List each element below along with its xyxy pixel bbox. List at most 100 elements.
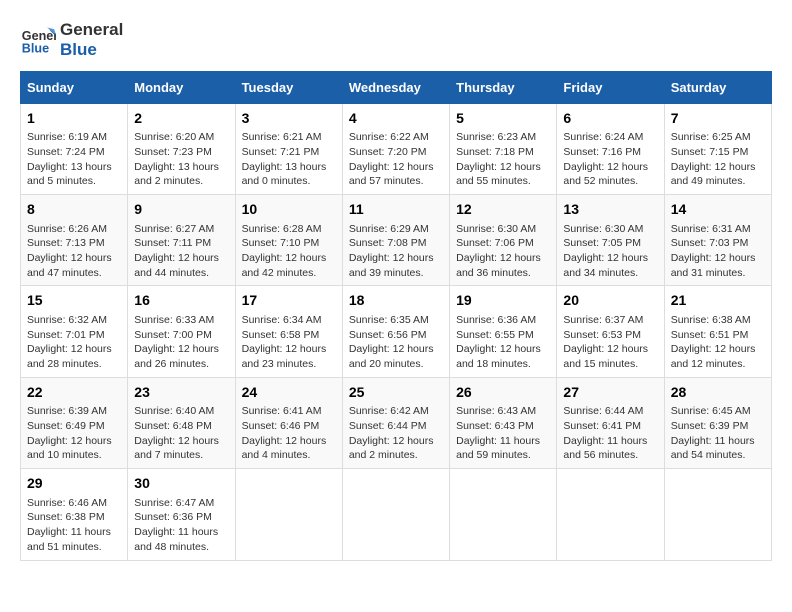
weekday-header-sunday: Sunday <box>21 71 128 103</box>
day-info: Sunrise: 6:35 AM Sunset: 6:56 PM Dayligh… <box>349 313 443 372</box>
day-info: Sunrise: 6:37 AM Sunset: 6:53 PM Dayligh… <box>563 313 657 372</box>
day-number: 8 <box>27 200 121 220</box>
logo-general: General <box>60 20 123 40</box>
day-info: Sunrise: 6:32 AM Sunset: 7:01 PM Dayligh… <box>27 313 121 372</box>
day-number: 11 <box>349 200 443 220</box>
day-number: 10 <box>242 200 336 220</box>
weekday-header-wednesday: Wednesday <box>342 71 449 103</box>
day-number: 22 <box>27 383 121 403</box>
day-number: 21 <box>671 291 765 311</box>
calendar-cell: 8Sunrise: 6:26 AM Sunset: 7:13 PM Daylig… <box>21 195 128 286</box>
calendar-cell <box>342 469 449 560</box>
calendar-cell: 16Sunrise: 6:33 AM Sunset: 7:00 PM Dayli… <box>128 286 235 377</box>
calendar-cell: 20Sunrise: 6:37 AM Sunset: 6:53 PM Dayli… <box>557 286 664 377</box>
calendar-cell: 13Sunrise: 6:30 AM Sunset: 7:05 PM Dayli… <box>557 195 664 286</box>
calendar-cell: 17Sunrise: 6:34 AM Sunset: 6:58 PM Dayli… <box>235 286 342 377</box>
day-info: Sunrise: 6:46 AM Sunset: 6:38 PM Dayligh… <box>27 496 121 555</box>
calendar-cell: 25Sunrise: 6:42 AM Sunset: 6:44 PM Dayli… <box>342 377 449 468</box>
calendar-cell: 23Sunrise: 6:40 AM Sunset: 6:48 PM Dayli… <box>128 377 235 468</box>
day-number: 3 <box>242 109 336 129</box>
day-number: 20 <box>563 291 657 311</box>
day-info: Sunrise: 6:21 AM Sunset: 7:21 PM Dayligh… <box>242 130 336 189</box>
day-number: 25 <box>349 383 443 403</box>
day-info: Sunrise: 6:38 AM Sunset: 6:51 PM Dayligh… <box>671 313 765 372</box>
day-info: Sunrise: 6:39 AM Sunset: 6:49 PM Dayligh… <box>27 404 121 463</box>
weekday-header-thursday: Thursday <box>450 71 557 103</box>
weekday-header-friday: Friday <box>557 71 664 103</box>
day-info: Sunrise: 6:30 AM Sunset: 7:06 PM Dayligh… <box>456 222 550 281</box>
calendar-cell <box>450 469 557 560</box>
day-number: 24 <box>242 383 336 403</box>
calendar-cell: 15Sunrise: 6:32 AM Sunset: 7:01 PM Dayli… <box>21 286 128 377</box>
calendar-cell: 5Sunrise: 6:23 AM Sunset: 7:18 PM Daylig… <box>450 103 557 194</box>
weekday-header-tuesday: Tuesday <box>235 71 342 103</box>
logo-icon: General Blue <box>20 22 56 58</box>
calendar-cell: 29Sunrise: 6:46 AM Sunset: 6:38 PM Dayli… <box>21 469 128 560</box>
calendar-cell: 14Sunrise: 6:31 AM Sunset: 7:03 PM Dayli… <box>664 195 771 286</box>
day-number: 26 <box>456 383 550 403</box>
day-info: Sunrise: 6:36 AM Sunset: 6:55 PM Dayligh… <box>456 313 550 372</box>
day-number: 15 <box>27 291 121 311</box>
logo: General Blue General Blue <box>20 20 123 61</box>
calendar-cell <box>235 469 342 560</box>
day-info: Sunrise: 6:26 AM Sunset: 7:13 PM Dayligh… <box>27 222 121 281</box>
day-info: Sunrise: 6:24 AM Sunset: 7:16 PM Dayligh… <box>563 130 657 189</box>
calendar-cell: 26Sunrise: 6:43 AM Sunset: 6:43 PM Dayli… <box>450 377 557 468</box>
day-info: Sunrise: 6:27 AM Sunset: 7:11 PM Dayligh… <box>134 222 228 281</box>
calendar-week-1: 1Sunrise: 6:19 AM Sunset: 7:24 PM Daylig… <box>21 103 772 194</box>
day-info: Sunrise: 6:23 AM Sunset: 7:18 PM Dayligh… <box>456 130 550 189</box>
day-number: 28 <box>671 383 765 403</box>
calendar-cell: 2Sunrise: 6:20 AM Sunset: 7:23 PM Daylig… <box>128 103 235 194</box>
day-number: 19 <box>456 291 550 311</box>
day-number: 9 <box>134 200 228 220</box>
day-number: 5 <box>456 109 550 129</box>
day-info: Sunrise: 6:43 AM Sunset: 6:43 PM Dayligh… <box>456 404 550 463</box>
day-info: Sunrise: 6:44 AM Sunset: 6:41 PM Dayligh… <box>563 404 657 463</box>
calendar-cell: 18Sunrise: 6:35 AM Sunset: 6:56 PM Dayli… <box>342 286 449 377</box>
day-number: 17 <box>242 291 336 311</box>
day-number: 2 <box>134 109 228 129</box>
weekday-header-monday: Monday <box>128 71 235 103</box>
day-info: Sunrise: 6:30 AM Sunset: 7:05 PM Dayligh… <box>563 222 657 281</box>
day-number: 30 <box>134 474 228 494</box>
calendar-cell <box>664 469 771 560</box>
calendar-cell: 3Sunrise: 6:21 AM Sunset: 7:21 PM Daylig… <box>235 103 342 194</box>
day-info: Sunrise: 6:19 AM Sunset: 7:24 PM Dayligh… <box>27 130 121 189</box>
day-info: Sunrise: 6:42 AM Sunset: 6:44 PM Dayligh… <box>349 404 443 463</box>
day-info: Sunrise: 6:22 AM Sunset: 7:20 PM Dayligh… <box>349 130 443 189</box>
day-number: 4 <box>349 109 443 129</box>
weekday-header-saturday: Saturday <box>664 71 771 103</box>
calendar-week-5: 29Sunrise: 6:46 AM Sunset: 6:38 PM Dayli… <box>21 469 772 560</box>
day-info: Sunrise: 6:20 AM Sunset: 7:23 PM Dayligh… <box>134 130 228 189</box>
calendar-table: SundayMondayTuesdayWednesdayThursdayFrid… <box>20 71 772 561</box>
day-info: Sunrise: 6:25 AM Sunset: 7:15 PM Dayligh… <box>671 130 765 189</box>
calendar-cell: 30Sunrise: 6:47 AM Sunset: 6:36 PM Dayli… <box>128 469 235 560</box>
calendar-cell: 22Sunrise: 6:39 AM Sunset: 6:49 PM Dayli… <box>21 377 128 468</box>
day-number: 18 <box>349 291 443 311</box>
day-info: Sunrise: 6:29 AM Sunset: 7:08 PM Dayligh… <box>349 222 443 281</box>
weekday-header-row: SundayMondayTuesdayWednesdayThursdayFrid… <box>21 71 772 103</box>
calendar-week-2: 8Sunrise: 6:26 AM Sunset: 7:13 PM Daylig… <box>21 195 772 286</box>
calendar-cell: 4Sunrise: 6:22 AM Sunset: 7:20 PM Daylig… <box>342 103 449 194</box>
page-header: General Blue General Blue <box>20 20 772 61</box>
day-info: Sunrise: 6:45 AM Sunset: 6:39 PM Dayligh… <box>671 404 765 463</box>
day-number: 6 <box>563 109 657 129</box>
calendar-cell: 1Sunrise: 6:19 AM Sunset: 7:24 PM Daylig… <box>21 103 128 194</box>
calendar-cell: 24Sunrise: 6:41 AM Sunset: 6:46 PM Dayli… <box>235 377 342 468</box>
day-info: Sunrise: 6:40 AM Sunset: 6:48 PM Dayligh… <box>134 404 228 463</box>
calendar-cell: 28Sunrise: 6:45 AM Sunset: 6:39 PM Dayli… <box>664 377 771 468</box>
calendar-cell: 6Sunrise: 6:24 AM Sunset: 7:16 PM Daylig… <box>557 103 664 194</box>
calendar-week-4: 22Sunrise: 6:39 AM Sunset: 6:49 PM Dayli… <box>21 377 772 468</box>
svg-text:Blue: Blue <box>22 42 49 56</box>
calendar-cell: 11Sunrise: 6:29 AM Sunset: 7:08 PM Dayli… <box>342 195 449 286</box>
calendar-cell: 9Sunrise: 6:27 AM Sunset: 7:11 PM Daylig… <box>128 195 235 286</box>
calendar-cell: 21Sunrise: 6:38 AM Sunset: 6:51 PM Dayli… <box>664 286 771 377</box>
day-number: 27 <box>563 383 657 403</box>
day-number: 14 <box>671 200 765 220</box>
calendar-cell: 19Sunrise: 6:36 AM Sunset: 6:55 PM Dayli… <box>450 286 557 377</box>
day-info: Sunrise: 6:28 AM Sunset: 7:10 PM Dayligh… <box>242 222 336 281</box>
day-info: Sunrise: 6:33 AM Sunset: 7:00 PM Dayligh… <box>134 313 228 372</box>
day-info: Sunrise: 6:31 AM Sunset: 7:03 PM Dayligh… <box>671 222 765 281</box>
calendar-cell: 27Sunrise: 6:44 AM Sunset: 6:41 PM Dayli… <box>557 377 664 468</box>
day-number: 12 <box>456 200 550 220</box>
